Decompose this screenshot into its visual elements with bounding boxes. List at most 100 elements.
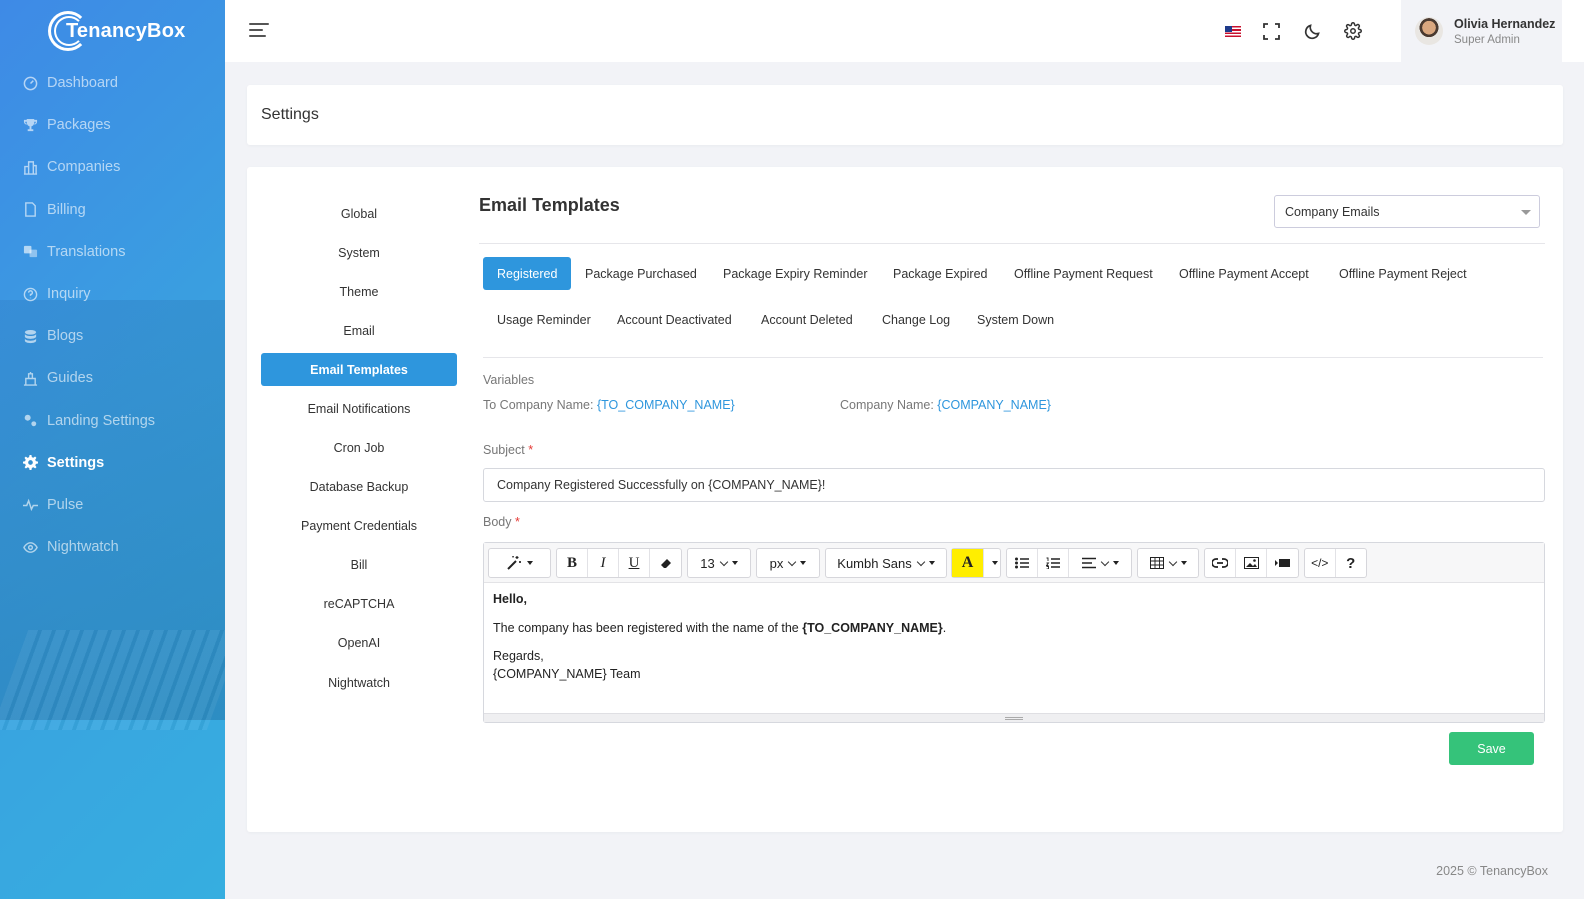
building-icon: [22, 159, 38, 175]
highlight-color-button[interactable]: A: [952, 549, 984, 577]
dark-mode-moon-icon[interactable]: [1301, 20, 1323, 42]
link-icon[interactable]: [1205, 549, 1236, 577]
bold-button[interactable]: B: [557, 549, 588, 577]
settings-menu-item-payment-credentials[interactable]: Payment Credentials: [261, 507, 457, 546]
regards-text: Regards,: [493, 649, 544, 663]
tab-system-down[interactable]: System Down: [963, 303, 1068, 336]
divider: [479, 243, 1545, 244]
tab-package-expired[interactable]: Package Expired: [879, 257, 1002, 290]
sidebar-item-label: Dashboard: [47, 75, 118, 92]
tab-usage-reminder[interactable]: Usage Reminder: [483, 303, 605, 336]
sidebar-item-settings[interactable]: Settings: [0, 442, 225, 484]
help-icon[interactable]: ?: [1336, 549, 1366, 577]
eye-icon: [22, 539, 38, 555]
section-title: Email Templates: [479, 195, 620, 215]
sidebar-item-translations[interactable]: Translations: [0, 231, 225, 273]
sidebar-item-label: Guides: [47, 370, 93, 387]
language-flag-icon[interactable]: [1222, 20, 1244, 42]
tab-change-log[interactable]: Change Log: [868, 303, 964, 336]
subject-input[interactable]: Company Registered Successfully on {COMP…: [483, 468, 1545, 502]
tab-account-deactivated[interactable]: Account Deactivated: [603, 303, 746, 336]
code-view-icon[interactable]: </>: [1305, 549, 1336, 577]
variable-value[interactable]: {COMPANY_NAME}: [937, 398, 1051, 412]
underline-button[interactable]: U: [619, 549, 650, 577]
pulse-icon: [22, 497, 38, 513]
tab-package-purchased[interactable]: Package Purchased: [571, 257, 711, 290]
tab-offline-payment-request[interactable]: Offline Payment Request: [1000, 257, 1167, 290]
settings-menu-item-email-notifications[interactable]: Email Notifications: [261, 389, 457, 428]
sidebar-item-label: Nightwatch: [47, 539, 119, 556]
settings-menu: Global System Theme Email Email Templates Ema…: [261, 194, 457, 702]
sidebar-item-blogs[interactable]: Blogs: [0, 315, 225, 357]
settings-menu-item-openai[interactable]: OpenAI: [261, 624, 457, 663]
settings-menu-item-email-templates[interactable]: Email Templates: [261, 353, 457, 387]
settings-menu-item-recaptcha[interactable]: reCAPTCHA: [261, 585, 457, 624]
save-button[interactable]: Save: [1449, 732, 1534, 765]
email-category-select[interactable]: Company Emails: [1274, 195, 1540, 228]
settings-menu-item-database-backup[interactable]: Database Backup: [261, 468, 457, 507]
sidebar-item-label: Inquiry: [47, 286, 91, 303]
sidebar-item-packages[interactable]: Packages: [0, 104, 225, 146]
numbered-list-icon[interactable]: [1038, 549, 1069, 577]
sidebar-item-label: Packages: [47, 117, 111, 134]
sidebar-item-guides[interactable]: Guides: [0, 357, 225, 399]
image-icon[interactable]: [1236, 549, 1267, 577]
user-menu[interactable]: Olivia Hernandez Super Admin: [1401, 0, 1562, 62]
file-icon: [22, 202, 38, 218]
sidebar-nav: Dashboard Packages Companies Billing Transla…: [0, 62, 225, 568]
editor-content[interactable]: Hello, The company has been registered w…: [484, 583, 1544, 690]
database-icon: [22, 328, 38, 344]
email-category-value: Company Emails: [1285, 204, 1380, 219]
app-logo[interactable]: TenancyBox: [48, 10, 185, 52]
sidebar-item-dashboard[interactable]: Dashboard: [0, 62, 225, 104]
sidebar-item-inquiry[interactable]: Inquiry: [0, 273, 225, 315]
eraser-icon[interactable]: [650, 549, 681, 577]
settings-menu-item-global[interactable]: Global: [261, 194, 457, 233]
avatar: [1415, 17, 1443, 45]
tab-package-expiry-reminder[interactable]: Package Expiry Reminder: [709, 257, 882, 290]
sidebar-item-label: Companies: [47, 159, 121, 176]
fullscreen-icon[interactable]: [1260, 20, 1282, 42]
color-dropdown-toggle[interactable]: [984, 549, 1000, 577]
sidebar-item-landing-settings[interactable]: Landing Settings: [0, 400, 225, 442]
subject-label: Subject *: [483, 443, 534, 457]
variable-value[interactable]: {TO_COMPANY_NAME}: [597, 398, 735, 412]
align-dropdown[interactable]: [1069, 549, 1131, 577]
cogs-icon: [22, 413, 38, 429]
settings-menu-item-system[interactable]: System: [261, 233, 457, 272]
menu-toggle-icon[interactable]: [249, 23, 269, 39]
font-family-dropdown[interactable]: Kumbh Sans: [825, 548, 947, 578]
sidebar-item-billing[interactable]: Billing: [0, 189, 225, 231]
tab-offline-payment-accept[interactable]: Offline Payment Accept: [1165, 257, 1323, 290]
editor-resize-handle[interactable]: [484, 713, 1544, 722]
rich-text-editor: B I U 13 px Kumbh Sans A </> ? Hello, Th…: [483, 542, 1545, 723]
topbar: Olivia Hernandez Super Admin: [225, 0, 1584, 62]
sidebar: TenancyBox Dashboard Packages Companies Bil…: [0, 0, 225, 899]
settings-menu-item-cron-job[interactable]: Cron Job: [261, 428, 457, 467]
settings-menu-item-nightwatch[interactable]: Nightwatch: [261, 663, 457, 702]
tab-account-deleted[interactable]: Account Deleted: [747, 303, 867, 336]
tab-offline-payment-reject[interactable]: Offline Payment Reject: [1325, 257, 1481, 290]
sidebar-item-label: Landing Settings: [47, 412, 156, 429]
sidebar-item-nightwatch[interactable]: Nightwatch: [0, 526, 225, 568]
settings-menu-item-email[interactable]: Email: [261, 311, 457, 350]
italic-button[interactable]: I: [588, 549, 619, 577]
question-icon: [22, 286, 38, 302]
bullet-list-icon[interactable]: [1007, 549, 1038, 577]
sidebar-item-pulse[interactable]: Pulse: [0, 484, 225, 526]
font-size-dropdown[interactable]: 13: [687, 548, 751, 578]
text-color-group: A: [951, 548, 1001, 578]
format-group: B I U: [556, 548, 682, 578]
sidebar-item-companies[interactable]: Companies: [0, 146, 225, 188]
video-icon[interactable]: [1267, 549, 1298, 577]
settings-menu-item-theme[interactable]: Theme: [261, 272, 457, 311]
settings-gear-icon[interactable]: [1342, 20, 1364, 42]
font-unit-dropdown[interactable]: px: [756, 548, 820, 578]
page-title: Settings: [261, 106, 319, 123]
settings-menu-item-bill[interactable]: Bill: [261, 546, 457, 585]
magic-wand-icon[interactable]: [489, 549, 550, 577]
tab-registered[interactable]: Registered: [483, 257, 572, 290]
table-dropdown[interactable]: [1137, 548, 1199, 578]
variables-label: Variables: [483, 373, 535, 387]
sidebar-item-label: Translations: [47, 243, 126, 260]
